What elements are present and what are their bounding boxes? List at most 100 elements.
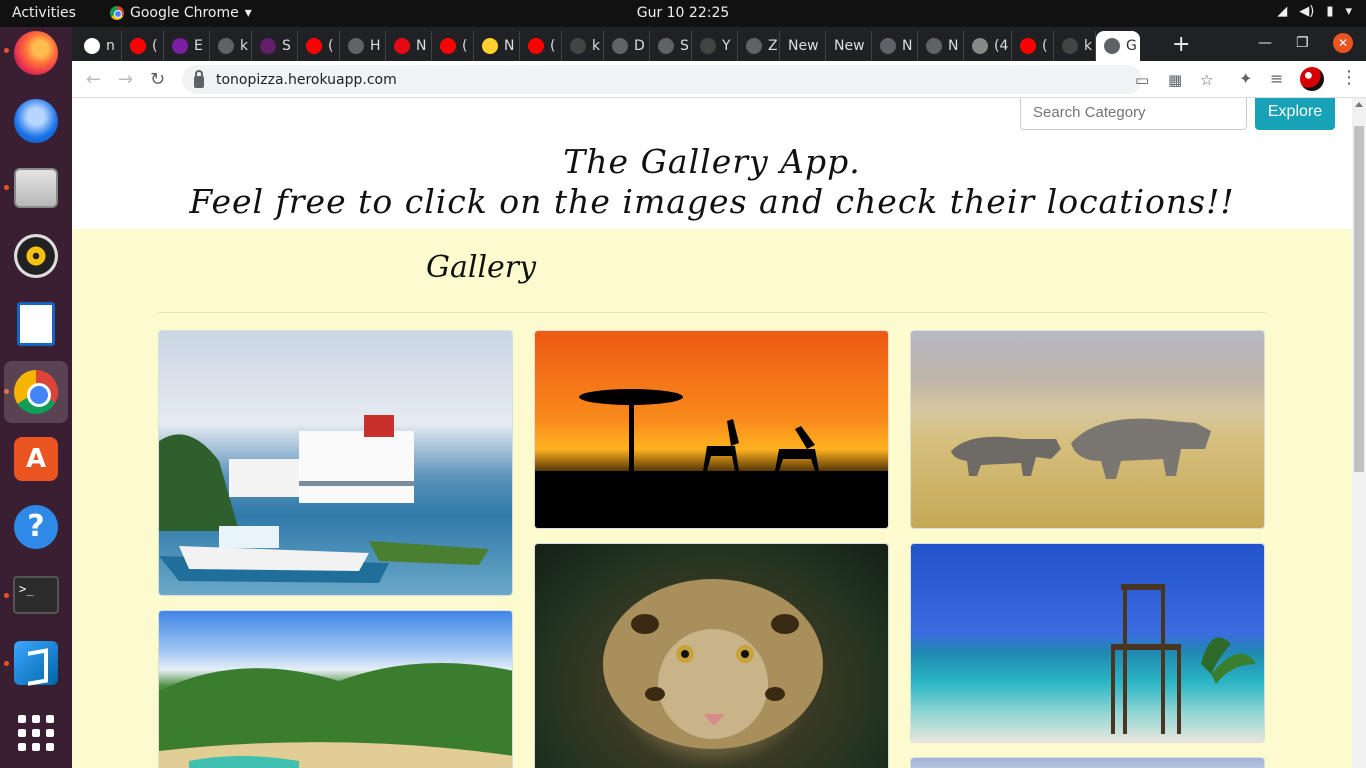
slack-icon: [260, 38, 276, 54]
tab-label: n: [106, 38, 115, 54]
page-scrollbar[interactable]: [1352, 98, 1366, 768]
gallery-image-chair[interactable]: [910, 543, 1265, 743]
gallery-image-leopard[interactable]: [534, 543, 889, 768]
browser-tab[interactable]: Y: [692, 31, 738, 61]
browser-tab[interactable]: (4: [964, 31, 1012, 61]
close-window-button[interactable]: ✕: [1333, 33, 1353, 53]
writer-icon: [17, 302, 55, 346]
tab-label: k: [592, 38, 601, 54]
site-icon: [658, 38, 674, 54]
chrome-icon: [14, 370, 58, 414]
site-icon: [880, 38, 896, 54]
system-tray[interactable]: ◢ ◀) ▮ ▾: [1277, 4, 1352, 19]
cast-icon[interactable]: ▭: [1135, 71, 1149, 89]
dock-chrome[interactable]: [4, 361, 68, 423]
volume-icon: ◀): [1299, 4, 1315, 19]
files-icon: [14, 168, 58, 208]
youtube-icon: [1020, 38, 1036, 54]
browser-tab[interactable]: New: [826, 31, 872, 61]
extensions-icon[interactable]: ✦: [1239, 69, 1252, 88]
dock-vscode[interactable]: [10, 637, 62, 689]
gallery-image-cruise[interactable]: [158, 330, 513, 596]
rhythmbox-icon: [14, 234, 58, 278]
gallery-image-beach[interactable]: [158, 610, 513, 768]
dock-firefox[interactable]: [10, 27, 62, 79]
browser-tab[interactable]: Z: [738, 31, 780, 61]
media-control-icon[interactable]: ≡: [1270, 69, 1283, 88]
tab-label: Z: [768, 38, 778, 54]
qr-code-icon[interactable]: ▦: [1168, 71, 1182, 89]
dock-terminal[interactable]: >_: [10, 569, 62, 621]
browser-tab[interactable]: (: [1012, 31, 1054, 61]
browser-tab[interactable]: (: [520, 31, 562, 61]
dock-thunderbird[interactable]: [10, 95, 62, 147]
explore-button[interactable]: Explore: [1255, 98, 1335, 130]
browser-tab[interactable]: N: [918, 31, 964, 61]
dock-help[interactable]: ?: [10, 501, 62, 553]
browser-tab[interactable]: New: [780, 31, 826, 61]
site-icon: [926, 38, 942, 54]
extension-icon: [172, 38, 188, 54]
profile-avatar[interactable]: [1300, 67, 1324, 91]
wifi-icon: ◢: [1277, 4, 1288, 19]
browser-tab[interactable]: k: [562, 31, 604, 61]
browser-tab[interactable]: G✕: [1096, 31, 1140, 61]
youtube-icon: [130, 38, 146, 54]
browser-tab[interactable]: D: [604, 31, 650, 61]
dock-files[interactable]: [10, 162, 62, 214]
gallery-image-giraffes[interactable]: [534, 330, 889, 529]
bookmark-star-icon[interactable]: ☆: [1200, 71, 1213, 89]
gallery-image-partial[interactable]: [910, 757, 1265, 768]
tab-label: (: [328, 38, 334, 54]
dock-show-apps[interactable]: [10, 707, 62, 759]
page-subtitle: Feel free to click on the images and che…: [189, 182, 1235, 221]
clock[interactable]: Gur 10 22:25: [0, 5, 1366, 21]
thunderbird-icon: [14, 99, 58, 143]
new-tab-button[interactable]: +: [1172, 32, 1190, 57]
browser-tab[interactable]: S: [252, 31, 298, 61]
tab-label: (: [550, 38, 556, 54]
github-icon: [700, 38, 716, 54]
browser-tab[interactable]: N: [474, 31, 520, 61]
browser-tab[interactable]: k: [210, 31, 252, 61]
dock-writer[interactable]: [10, 298, 62, 350]
site-icon: [348, 38, 364, 54]
lock-icon[interactable]: [194, 69, 204, 88]
address-bar[interactable]: tonopizza.herokuapp.com: [182, 65, 1142, 94]
youtube-icon: [528, 38, 544, 54]
vscode-icon: [14, 641, 58, 685]
browser-tab[interactable]: k: [1054, 31, 1096, 61]
battery-icon: ▮: [1326, 4, 1334, 19]
running-indicator: [4, 48, 9, 53]
youtube-icon: [306, 38, 322, 54]
dock-software[interactable]: A: [10, 433, 62, 485]
browser-tab[interactable]: n: [76, 31, 122, 61]
browser-tab[interactable]: S: [650, 31, 692, 61]
gallery-image-rhinos[interactable]: [910, 330, 1265, 529]
dock-rhythmbox[interactable]: [10, 230, 62, 282]
chrome-menu-button[interactable]: ⋮: [1340, 67, 1358, 88]
maximize-button[interactable]: ❐: [1296, 35, 1309, 51]
tab-label: New: [834, 38, 865, 54]
back-button[interactable]: ←: [86, 69, 101, 90]
github-icon: [570, 38, 586, 54]
cruise-scene: [159, 415, 489, 583]
browser-tab[interactable]: N: [386, 31, 432, 61]
minimize-button[interactable]: —: [1258, 35, 1272, 51]
tab-label: N: [504, 38, 515, 54]
browser-tab[interactable]: N: [872, 31, 918, 61]
tab-label: (: [1042, 38, 1048, 54]
browser-tab[interactable]: (: [432, 31, 474, 61]
scrollbar-thumb[interactable]: [1354, 126, 1364, 472]
browser-tab[interactable]: (: [298, 31, 340, 61]
browser-toolbar: ← → ↻ tonopizza.herokuapp.com ▭ ▦ ☆ ✦ ≡ …: [72, 61, 1366, 98]
search-category-input[interactable]: [1020, 98, 1247, 130]
forward-button[interactable]: →: [118, 69, 133, 90]
youtube-icon: [440, 38, 456, 54]
tab-label: D: [634, 38, 645, 54]
browser-tab[interactable]: H: [340, 31, 386, 61]
browser-tab[interactable]: (: [122, 31, 164, 61]
reload-button[interactable]: ↻: [150, 69, 165, 90]
browser-tab[interactable]: E: [164, 31, 210, 61]
scroll-up-icon[interactable]: [1355, 102, 1363, 107]
